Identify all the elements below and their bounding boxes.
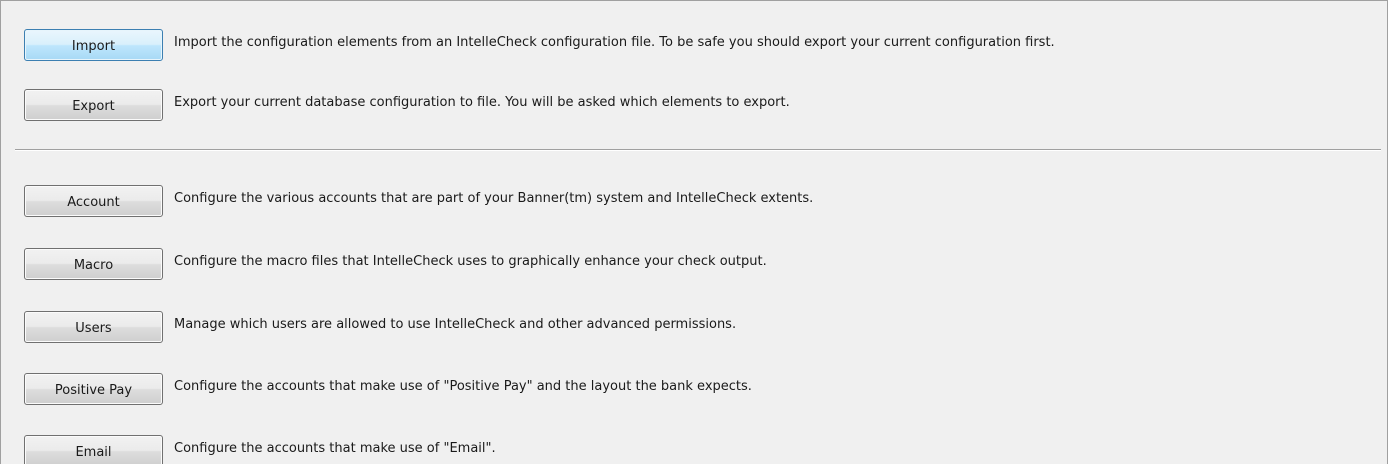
positive-pay-row: Positive Pay Configure the accounts that… bbox=[1, 373, 1387, 405]
import-row: Import Import the configuration elements… bbox=[1, 29, 1387, 61]
email-description: Configure the accounts that make use of … bbox=[174, 441, 496, 456]
positive-pay-description: Configure the accounts that make use of … bbox=[174, 379, 752, 394]
account-row: Account Configure the various accounts t… bbox=[1, 185, 1387, 217]
import-button[interactable]: Import bbox=[24, 29, 163, 61]
macro-button[interactable]: Macro bbox=[24, 248, 163, 280]
section-divider bbox=[15, 149, 1381, 151]
users-description: Manage which users are allowed to use In… bbox=[174, 317, 737, 332]
export-description: Export your current database configurati… bbox=[174, 95, 790, 110]
users-row: Users Manage which users are allowed to … bbox=[1, 311, 1387, 343]
positive-pay-button[interactable]: Positive Pay bbox=[24, 373, 163, 405]
macro-row: Macro Configure the macro files that Int… bbox=[1, 248, 1387, 280]
account-description: Configure the various accounts that are … bbox=[174, 191, 814, 206]
configuration-panel: Import Import the configuration elements… bbox=[0, 0, 1388, 464]
email-button[interactable]: Email bbox=[24, 435, 163, 464]
account-button[interactable]: Account bbox=[24, 185, 163, 217]
email-row: Email Configure the accounts that make u… bbox=[1, 435, 1387, 464]
import-description: Import the configuration elements from a… bbox=[174, 35, 1055, 50]
export-row: Export Export your current database conf… bbox=[1, 89, 1387, 121]
users-button[interactable]: Users bbox=[24, 311, 163, 343]
export-button[interactable]: Export bbox=[24, 89, 163, 121]
macro-description: Configure the macro files that IntelleCh… bbox=[174, 254, 767, 269]
